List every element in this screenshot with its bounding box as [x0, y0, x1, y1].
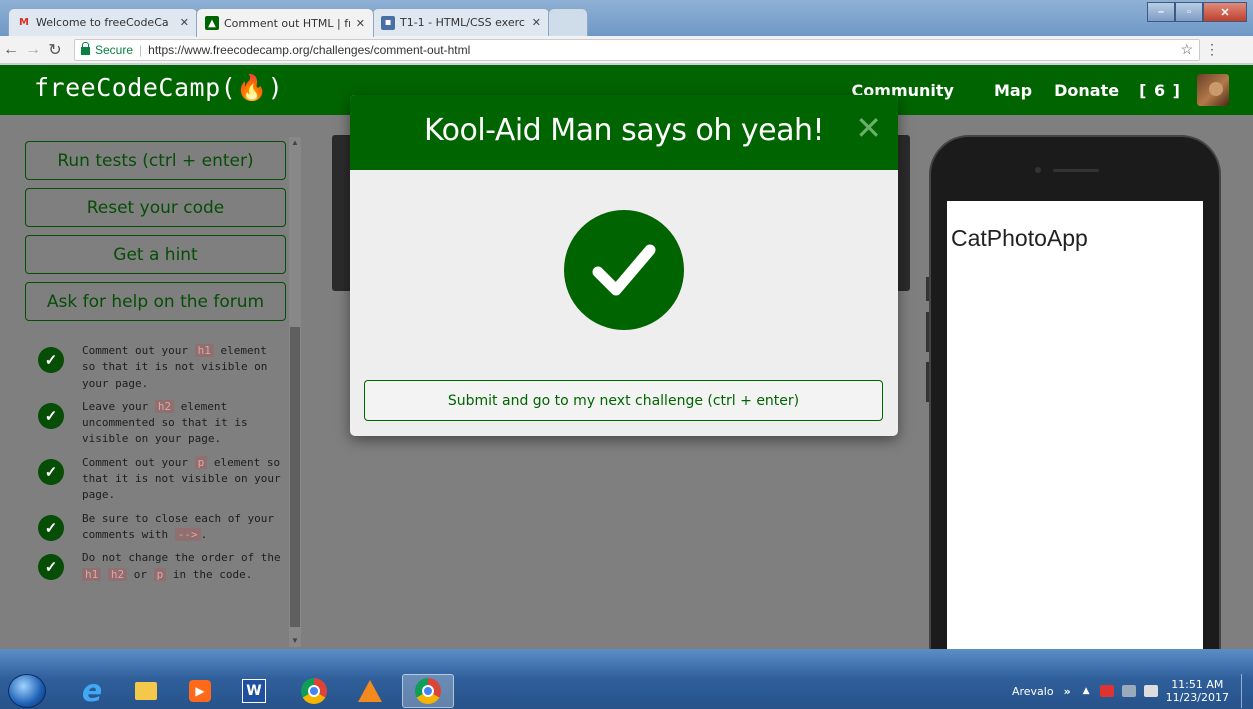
slides-icon: ▪ — [381, 15, 395, 30]
tray-username: Arevalo — [1011, 684, 1054, 698]
window-controls: – ▫ ✕ — [1147, 2, 1247, 22]
network-icon[interactable] — [1121, 685, 1136, 697]
check-icon: ✓ — [38, 554, 64, 581]
points-counter[interactable]: [ 6 ] — [1139, 81, 1181, 100]
preview-phone-frame: CatPhotoApp — [926, 135, 1221, 661]
secure-label: Secure — [95, 42, 134, 57]
scroll-down-arrow-icon[interactable]: ▼ — [289, 635, 301, 647]
close-window-button[interactable]: ✕ — [1203, 2, 1247, 22]
minimize-button[interactable]: – — [1147, 2, 1175, 22]
system-tray: Arevalo » ▲ 11:51 AM 11/23/2017 — [1012, 674, 1253, 708]
phone-camera — [1035, 167, 1041, 173]
modal-header: Kool-Aid Man says oh yeah! ✕ — [350, 95, 898, 170]
tab-label: Comment out HTML | fre — [224, 16, 350, 30]
tab-label: T1-1 - HTML/CSS exercis — [400, 16, 526, 29]
forward-arrow-icon[interactable]: → — [22, 41, 44, 59]
clock[interactable]: 11:51 AM 11/23/2017 — [1166, 678, 1229, 704]
address-bar: ← → ↻ Secure | https://www.freecodecamp.… — [0, 36, 1253, 64]
tab-gmail[interactable]: M Welcome to freeCodeCa ✕ — [8, 8, 198, 36]
clock-date: 11/23/2017 — [1165, 691, 1229, 704]
freecodecamp-icon: ▲ — [205, 16, 219, 30]
file-explorer-icon[interactable] — [120, 674, 172, 708]
phone-button — [926, 312, 929, 352]
test-item: ✓ Comment out your p element so that it … — [38, 455, 286, 504]
nav-link-map[interactable]: Map — [994, 81, 1032, 100]
phone-button — [926, 277, 929, 301]
tab-label: Welcome to freeCodeCa — [36, 16, 169, 29]
check-icon: ✓ — [38, 402, 64, 429]
nav-link-donate[interactable]: Donate — [1054, 81, 1119, 100]
reset-code-button[interactable]: Reset your code — [25, 188, 286, 227]
maximize-button[interactable]: ▫ — [1175, 2, 1203, 22]
check-icon: ✓ — [38, 458, 64, 485]
menu-kebab-icon[interactable]: ⋮ — [1200, 41, 1224, 58]
firefox-icon[interactable] — [344, 674, 396, 708]
test-item: ✓ Leave your h2 element uncommented so t… — [38, 399, 286, 448]
url-input[interactable]: Secure | https://www.freecodecamp.org/ch… — [74, 38, 1200, 61]
secure-indicator[interactable]: Secure — [81, 41, 134, 57]
sidebar-scrollbar[interactable]: ▲ ▼ — [289, 137, 301, 647]
tab-slides[interactable]: ▪ T1-1 - HTML/CSS exercis ✕ — [372, 8, 550, 36]
start-button[interactable] — [8, 674, 46, 708]
test-text: Leave your h2 element uncommented so tha… — [82, 399, 248, 446]
chrome-active-icon[interactable] — [402, 674, 454, 708]
challenge-sidebar: Run tests (ctrl + enter) Reset your code… — [16, 115, 302, 649]
check-icon: ✓ — [38, 347, 64, 373]
chrome-icon[interactable] — [288, 674, 340, 708]
modal-title: Kool-Aid Man says oh yeah! — [423, 113, 825, 148]
nav-links: Community Map Donate [ 6 ] — [852, 65, 1253, 115]
separator: | — [139, 42, 143, 57]
gmail-icon: M — [19, 17, 29, 28]
test-text: Do not change the order of the h1 h2 or … — [82, 551, 281, 581]
scroll-up-arrow-icon[interactable]: ▲ — [289, 137, 301, 149]
test-text: Be sure to close each of your comments w… — [82, 511, 275, 541]
close-tab-icon[interactable]: ✕ — [356, 17, 365, 30]
test-item: ✓ Do not change the order of the h1 h2 o… — [38, 550, 286, 583]
close-tab-icon[interactable]: ✕ — [180, 16, 189, 29]
get-hint-button[interactable]: Get a hint — [25, 235, 286, 274]
check-icon: ✓ — [38, 514, 64, 541]
bookmark-star-icon[interactable]: ☆ — [1180, 41, 1193, 58]
close-tab-icon[interactable]: ✕ — [532, 16, 541, 29]
preview-heading: CatPhotoApp — [951, 225, 1088, 251]
close-icon[interactable]: ✕ — [855, 109, 882, 147]
show-hidden-icons-icon[interactable]: ▲ — [1083, 686, 1090, 696]
scrollbar-thumb[interactable] — [290, 327, 300, 627]
test-text: Comment out your p element so that it is… — [82, 455, 281, 502]
test-item: ✓ Be sure to close each of your comments… — [38, 511, 286, 544]
media-player-icon[interactable]: ▶ — [174, 674, 226, 708]
word-icon[interactable]: W — [228, 674, 280, 708]
internet-explorer-icon[interactable]: e — [66, 674, 118, 709]
browser-tabstrip: M Welcome to freeCodeCa ✕ ▲ Comment out … — [0, 0, 1253, 37]
test-list: ✓ Comment out your h1 element so that it… — [38, 343, 286, 590]
success-modal: Kool-Aid Man says oh yeah! ✕ Submit and … — [350, 95, 898, 436]
url-text: https://www.freecodecamp.org/challenges/… — [148, 42, 471, 57]
action-center-flag-icon[interactable] — [1099, 685, 1114, 697]
submit-next-challenge-button[interactable]: Submit and go to my next challenge (ctrl… — [364, 380, 883, 421]
phone-button — [926, 362, 929, 402]
tray-expand-icon[interactable]: » — [1064, 685, 1071, 698]
test-item: ✓ Comment out your h1 element so that it… — [38, 343, 286, 392]
success-check-icon — [564, 210, 684, 330]
avatar[interactable] — [1197, 74, 1229, 106]
back-arrow-icon[interactable]: ← — [0, 41, 22, 59]
show-desktop-button[interactable] — [1241, 674, 1253, 708]
phone-speaker — [1053, 169, 1099, 172]
reload-icon[interactable]: ↻ — [44, 40, 66, 60]
freecodecamp-logo[interactable]: freeCodeCamp(🔥) — [34, 73, 283, 103]
preview-screen: CatPhotoApp — [947, 201, 1203, 661]
ask-forum-button[interactable]: Ask for help on the forum — [25, 282, 286, 321]
clock-time: 11:51 AM — [1171, 678, 1224, 691]
volume-icon[interactable] — [1143, 685, 1158, 697]
os-taskbar: e ▶ W Arevalo » ▲ 11:51 AM 11/23/2017 — [0, 649, 1253, 709]
new-tab-button[interactable] — [548, 8, 588, 36]
tab-freecodecamp[interactable]: ▲ Comment out HTML | fre ✕ — [196, 8, 374, 37]
lock-icon — [81, 41, 90, 55]
test-text: Comment out your h1 element so that it i… — [82, 344, 268, 390]
run-tests-button[interactable]: Run tests (ctrl + enter) — [25, 141, 286, 180]
